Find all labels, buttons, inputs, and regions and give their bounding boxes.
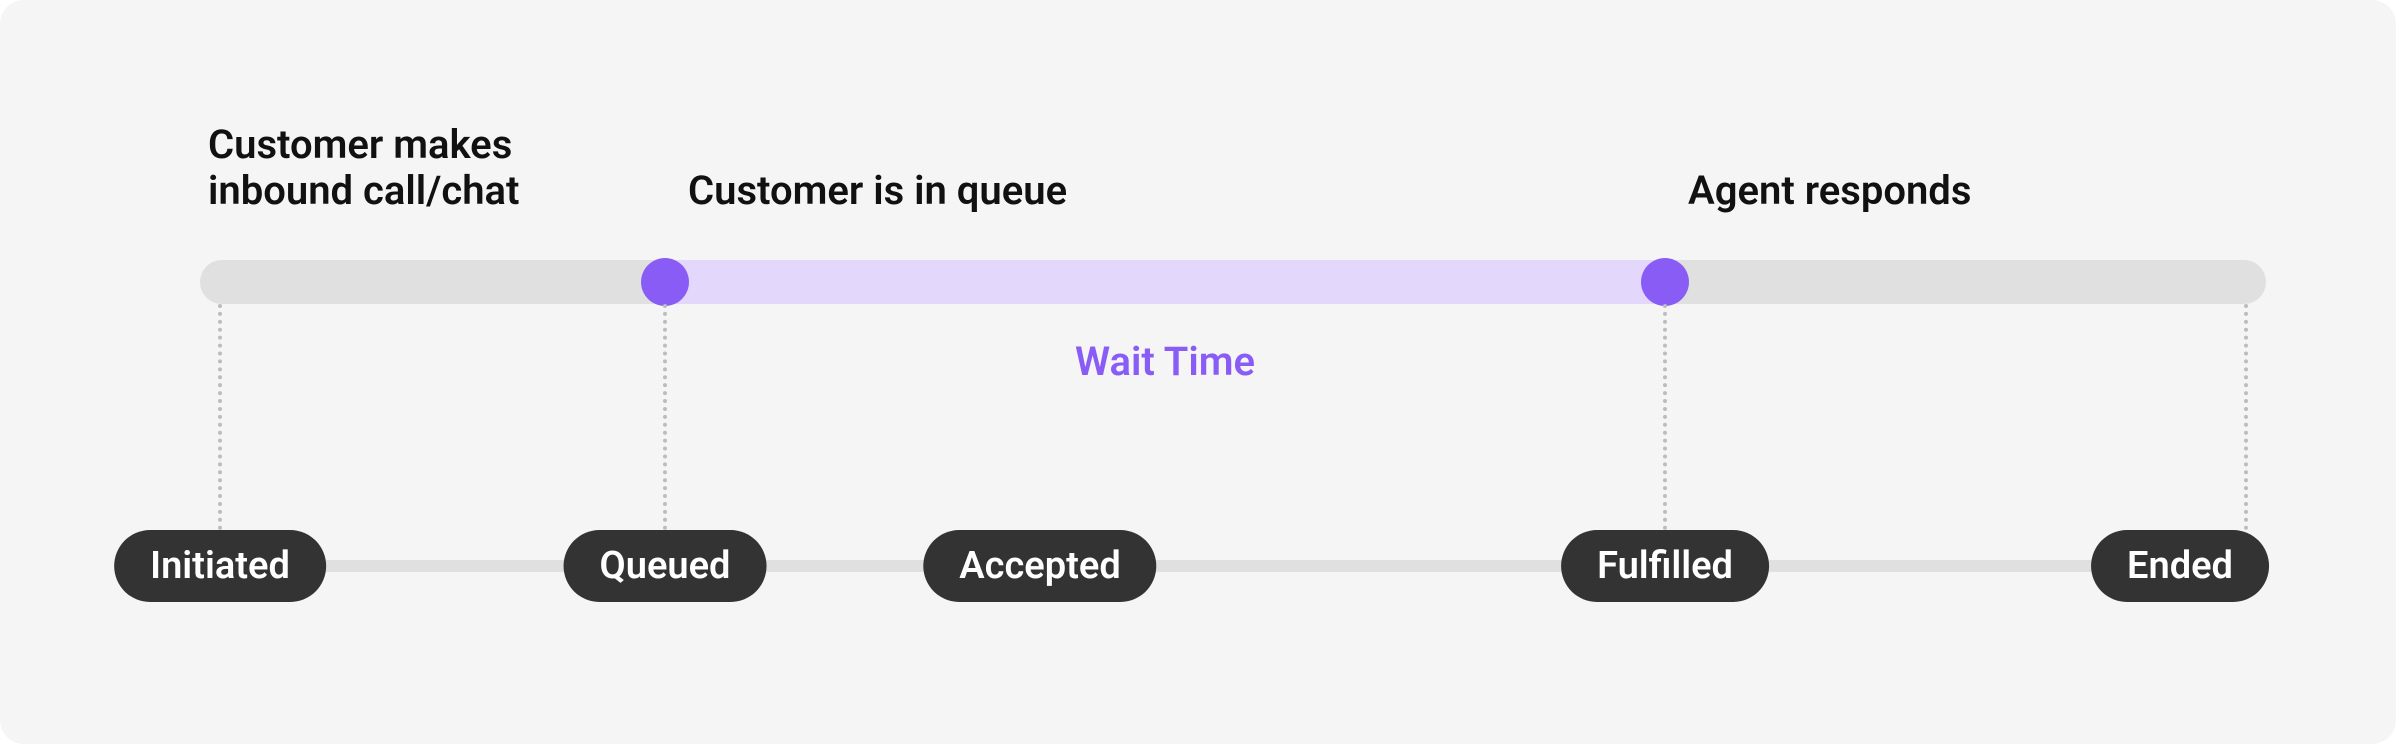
connector-queued	[663, 304, 667, 530]
status-label: Queued	[600, 544, 731, 588]
connector-fulfilled	[1663, 304, 1667, 530]
status-pill-fulfilled: Fulfilled	[1561, 530, 1769, 602]
connector-initiated	[218, 304, 222, 530]
status-label: Fulfilled	[1597, 544, 1733, 588]
marker-fulfilled	[1641, 258, 1689, 306]
upper-label-queued: Customer is in queue	[688, 168, 1067, 214]
lower-status-track	[130, 560, 2266, 572]
diagram-canvas: Customer makes inbound call/chat Custome…	[0, 0, 2396, 744]
status-pill-queued: Queued	[564, 530, 767, 602]
status-label: Ended	[2127, 544, 2233, 588]
status-pill-initiated: Initiated	[114, 530, 326, 602]
status-label: Initiated	[150, 544, 290, 588]
status-label: Accepted	[959, 544, 1120, 588]
upper-label-fulfilled: Agent responds	[1688, 168, 1971, 214]
wait-time-label: Wait Time	[1075, 338, 1255, 385]
status-pill-accepted: Accepted	[923, 530, 1156, 602]
upper-label-initiated: Customer makes inbound call/chat	[208, 122, 519, 214]
marker-queued	[641, 258, 689, 306]
status-pill-ended: Ended	[2091, 530, 2269, 602]
wait-time-segment	[665, 260, 1665, 304]
connector-ended	[2244, 304, 2248, 530]
